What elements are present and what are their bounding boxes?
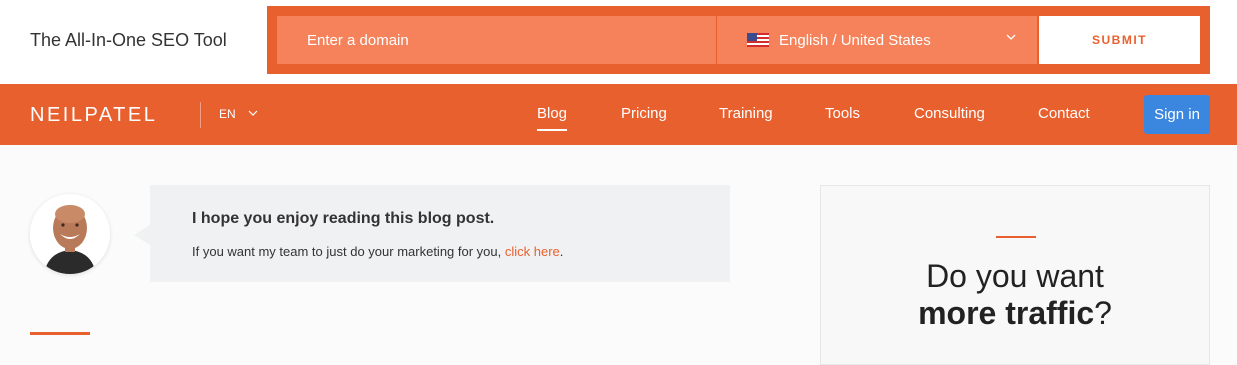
blog-callout: I hope you enjoy reading this blog post.…	[134, 185, 730, 282]
neilpatel-logo[interactable]: NEILPATEL	[30, 104, 157, 127]
author-portrait-icon	[30, 194, 110, 274]
sign-in-button[interactable]: Sign in	[1144, 95, 1210, 134]
domain-input[interactable]	[277, 16, 716, 64]
traffic-cta-line1: Do you want	[926, 258, 1104, 294]
traffic-cta-suffix: ?	[1094, 295, 1112, 331]
language-select[interactable]: English / United States	[717, 16, 1037, 64]
callout-text: If you want my team to just do your mark…	[192, 244, 563, 259]
section-divider	[30, 332, 90, 335]
nav-link-consulting[interactable]: Consulting	[914, 105, 985, 122]
traffic-cta-heading: Do you want more traffic?	[821, 258, 1209, 332]
traffic-cta-line2: more traffic?	[821, 295, 1209, 332]
traffic-cta-card: Do you want more traffic?	[820, 185, 1210, 365]
main-nav: NEILPATEL EN Blog Pricing Training Tools…	[0, 84, 1237, 145]
nav-link-pricing[interactable]: Pricing	[621, 105, 667, 122]
author-avatar	[30, 194, 110, 274]
nav-divider	[200, 102, 201, 128]
chevron-down-icon	[248, 107, 258, 121]
seo-tool-bar: The All-In-One SEO Tool English / United…	[0, 0, 1237, 84]
click-here-link[interactable]: click here	[505, 244, 560, 259]
nav-link-tools[interactable]: Tools	[825, 105, 860, 122]
callout-title: I hope you enjoy reading this blog post.	[192, 210, 495, 227]
nav-link-training[interactable]: Training	[719, 105, 773, 122]
callout-text-body: If you want my team to just do your mark…	[192, 244, 505, 259]
chevron-down-icon	[1005, 30, 1017, 46]
nav-link-blog[interactable]: Blog	[537, 105, 568, 131]
language-toggle[interactable]: EN	[219, 107, 258, 121]
seo-form: English / United States SUBMIT	[267, 6, 1210, 74]
submit-button[interactable]: SUBMIT	[1039, 16, 1200, 64]
seo-tool-title: The All-In-One SEO Tool	[30, 30, 227, 50]
card-accent-rule	[996, 236, 1036, 238]
language-select-value: English / United States	[779, 31, 931, 49]
nav-link-contact[interactable]: Contact	[1038, 105, 1090, 122]
traffic-cta-bold: more traffic	[918, 295, 1095, 331]
language-toggle-label: EN	[219, 107, 236, 121]
us-flag-icon	[747, 33, 769, 47]
callout-text-suffix: .	[559, 244, 564, 259]
